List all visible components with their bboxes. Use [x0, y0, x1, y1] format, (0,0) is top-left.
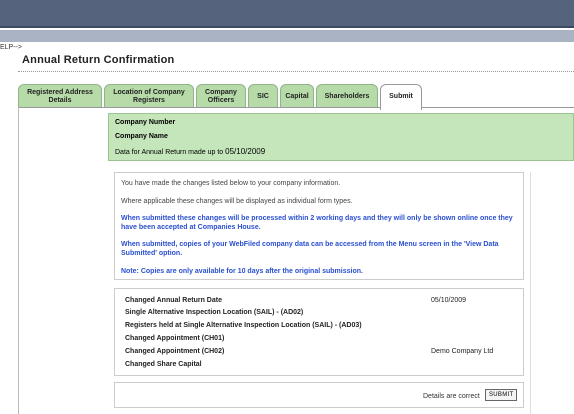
tab-capital[interactable]: Capital	[280, 84, 314, 108]
submit-panel: Details are correct SUBMIT	[114, 382, 524, 408]
message-line-3: When submitted these changes will be pro…	[121, 215, 513, 231]
change-label: Registers held at Single Alternative Ins…	[125, 322, 362, 329]
message-panel: You have made the changes listed below t…	[114, 172, 524, 280]
comment-text: ELP-->	[0, 44, 22, 51]
company-number-label: Company Number	[115, 119, 176, 126]
left-border	[18, 107, 19, 414]
top-banner	[0, 0, 574, 28]
message-line-1: You have made the changes listed below t…	[121, 180, 341, 187]
company-info-panel: Company Number Company Name Data for Ann…	[108, 113, 574, 161]
right-border	[530, 172, 531, 414]
sub-banner	[0, 30, 574, 42]
change-label: Changed Appointment (CH02)	[125, 348, 225, 355]
details-correct-text: Details are correct	[423, 393, 480, 400]
message-line-2: Where applicable these changes will be d…	[121, 198, 353, 205]
madeup-label: Data for Annual Return made up to	[115, 149, 224, 156]
madeup-line: Data for Annual Return made up to 05/10/…	[115, 147, 265, 156]
change-label: Changed Share Capital	[125, 361, 202, 368]
page-title: Annual Return Confirmation	[22, 54, 175, 66]
change-label: Changed Annual Return Date	[125, 297, 222, 304]
change-label: Changed Appointment (CH01)	[125, 335, 225, 342]
tab-submit[interactable]: Submit	[380, 84, 422, 110]
tab-bar: Registered Address Details Location of C…	[18, 84, 574, 110]
tab-location-registers[interactable]: Location of Company Registers	[104, 84, 194, 108]
company-name-label: Company Name	[115, 133, 168, 140]
changes-list: Changed Annual Return Date 05/10/2009 Si…	[114, 288, 524, 376]
message-line-4: When submitted, copies of your WebFiled …	[121, 241, 499, 257]
tab-sic[interactable]: SIC	[248, 84, 278, 108]
change-value: 05/10/2009	[431, 297, 467, 304]
tab-underline	[18, 107, 574, 108]
title-divider	[18, 71, 574, 72]
change-value: Demo Company Ltd	[431, 348, 494, 355]
tab-shareholders[interactable]: Shareholders	[316, 84, 378, 108]
madeup-date: 05/10/2009	[225, 147, 266, 156]
message-line-5: Note: Copies are only available for 10 d…	[121, 268, 363, 275]
tab-company-officers[interactable]: Company Officers	[196, 84, 246, 108]
submit-button[interactable]: SUBMIT	[485, 389, 518, 401]
change-label: Single Alternative Inspection Location (…	[125, 309, 304, 316]
tab-registered-address[interactable]: Registered Address Details	[18, 84, 102, 108]
